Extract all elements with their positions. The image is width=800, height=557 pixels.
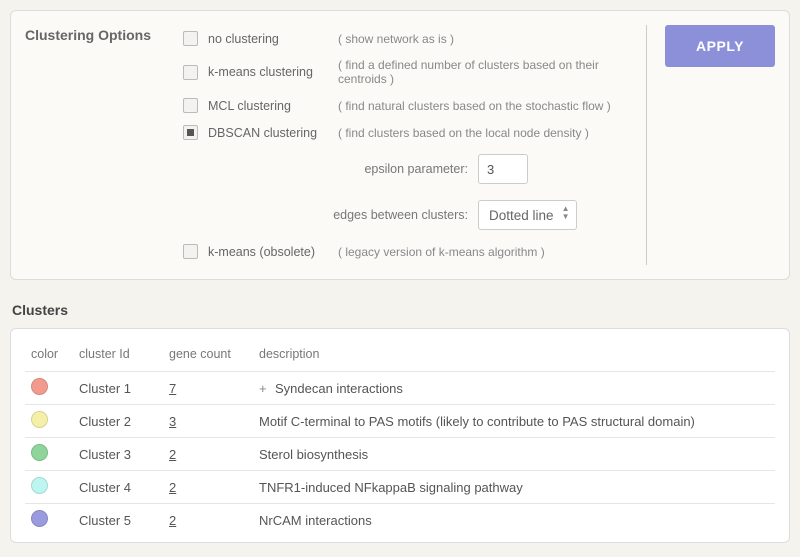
description-cell: NrCAM interactions <box>253 504 775 537</box>
clustering-options-panel: Clustering Options no clustering ( show … <box>10 10 790 280</box>
col-header-color: color <box>25 339 73 372</box>
option-label: k-means clustering <box>208 65 328 79</box>
color-swatch <box>31 378 48 395</box>
chevron-updown-icon: ▲▼ <box>562 205 570 221</box>
option-description: ( legacy version of k-means algorithm ) <box>338 245 545 259</box>
color-swatch <box>31 510 48 527</box>
description-text: TNFR1-induced NFkappaB signaling pathway <box>259 480 523 495</box>
epsilon-input[interactable] <box>478 154 528 184</box>
cluster-id-cell: Cluster 1 <box>73 372 163 405</box>
gene-count-link[interactable]: 2 <box>169 480 176 495</box>
description-cell: Sterol biosynthesis <box>253 438 775 471</box>
expand-icon[interactable]: + <box>259 381 271 396</box>
description-text: Sterol biosynthesis <box>259 447 368 462</box>
checkbox-icon[interactable] <box>183 125 198 140</box>
description-cell: + Syndecan interactions <box>253 372 775 405</box>
edges-between-clusters-row: edges between clusters: Dotted line ▲▼ <box>183 192 628 238</box>
option-label: k-means (obsolete) <box>208 245 328 259</box>
edges-select[interactable]: Dotted line ▲▼ <box>478 200 577 230</box>
checkbox-icon[interactable] <box>183 244 198 259</box>
gene-count-link[interactable]: 7 <box>169 381 176 396</box>
option-kmeans-clustering[interactable]: k-means clustering ( find a defined numb… <box>183 52 628 92</box>
option-kmeans-obsolete[interactable]: k-means (obsolete) ( legacy version of k… <box>183 238 628 265</box>
description-text: NrCAM interactions <box>259 513 372 528</box>
option-description: ( show network as is ) <box>338 32 454 46</box>
cluster-id-cell: Cluster 2 <box>73 405 163 438</box>
option-label: MCL clustering <box>208 99 328 113</box>
table-row: Cluster 3 2 Sterol biosynthesis <box>25 438 775 471</box>
table-row: Cluster 2 3 Motif C-terminal to PAS motifs… <box>25 405 775 438</box>
option-description: ( find a defined number of clusters base… <box>338 58 628 86</box>
description-cell: TNFR1-induced NFkappaB signaling pathway <box>253 471 775 504</box>
edges-select-value: Dotted line <box>489 208 554 223</box>
table-row: Cluster 1 7 + Syndecan interactions <box>25 372 775 405</box>
option-label: DBSCAN clustering <box>208 126 328 140</box>
option-no-clustering[interactable]: no clustering ( show network as is ) <box>183 25 628 52</box>
checkbox-icon[interactable] <box>183 65 198 80</box>
gene-count-link[interactable]: 2 <box>169 513 176 528</box>
panel-title: Clustering Options <box>25 25 165 43</box>
gene-count-link[interactable]: 2 <box>169 447 176 462</box>
option-description: ( find natural clusters based on the sto… <box>338 99 611 113</box>
description-text: Motif C-terminal to PAS motifs (likely t… <box>259 414 695 429</box>
table-row: Cluster 4 2 TNFR1-induced NFkappaB signali… <box>25 471 775 504</box>
option-label: no clustering <box>208 32 328 46</box>
color-swatch <box>31 444 48 461</box>
table-row: Cluster 5 2 NrCAM interactions <box>25 504 775 537</box>
option-mcl-clustering[interactable]: MCL clustering ( find natural clusters b… <box>183 92 628 119</box>
option-description: ( find clusters based on the local node … <box>338 126 589 140</box>
checkbox-icon[interactable] <box>183 31 198 46</box>
checkbox-icon[interactable] <box>183 98 198 113</box>
edges-label: edges between clusters: <box>333 208 468 222</box>
description-text: Syndecan interactions <box>275 381 403 396</box>
option-dbscan-clustering[interactable]: DBSCAN clustering ( find clusters based … <box>183 119 628 146</box>
epsilon-parameter-row: epsilon parameter: <box>183 146 628 192</box>
clusters-table: color cluster Id gene count description … <box>25 339 775 536</box>
color-swatch <box>31 477 48 494</box>
col-header-gene-count: gene count <box>163 339 253 372</box>
gene-count-link[interactable]: 3 <box>169 414 176 429</box>
col-header-description: description <box>253 339 775 372</box>
col-header-cluster-id: cluster Id <box>73 339 163 372</box>
cluster-id-cell: Cluster 4 <box>73 471 163 504</box>
clusters-heading: Clusters <box>12 302 790 318</box>
description-cell: Motif C-terminal to PAS motifs (likely t… <box>253 405 775 438</box>
cluster-id-cell: Cluster 5 <box>73 504 163 537</box>
color-swatch <box>31 411 48 428</box>
clusters-panel: color cluster Id gene count description … <box>10 328 790 543</box>
options-column: no clustering ( show network as is ) k-m… <box>183 25 647 265</box>
apply-button[interactable]: APPLY <box>665 25 775 67</box>
cluster-id-cell: Cluster 3 <box>73 438 163 471</box>
epsilon-label: epsilon parameter: <box>333 162 468 176</box>
